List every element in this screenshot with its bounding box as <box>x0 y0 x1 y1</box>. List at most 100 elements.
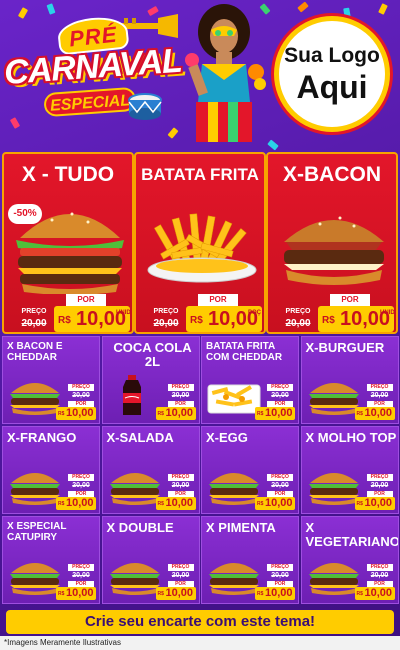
price-tag: PREÇO 20,00 POR R$ 10,00 <box>56 474 96 510</box>
product-card: X MOLHO TOP PREÇO 20,00 POR R$ 10,00 <box>300 426 399 514</box>
por-label: POR <box>198 294 238 306</box>
old-price-label: PREÇO <box>68 474 94 481</box>
price-tag: PREÇO 20,00 POR R$ 10,00 <box>155 384 196 420</box>
price-box: R$ 10,00 <box>155 497 196 510</box>
currency: R$ <box>257 501 264 507</box>
currency: R$ <box>58 501 65 507</box>
price-box: R$ 10,00 <box>255 497 295 510</box>
price-unit: UNID <box>380 310 395 316</box>
old-price: 20,00 <box>21 318 47 329</box>
product-title: COCA COLA 2L <box>113 340 192 369</box>
price-value: 10,00 <box>364 497 393 509</box>
currency: R$ <box>157 501 164 507</box>
product-grid: X BACON E CHEDDAR PREÇO 20,00 POR R$ 10,00 COC… <box>0 336 400 608</box>
burger-image <box>209 473 259 505</box>
carnival-woman-image <box>185 4 266 142</box>
burger-image <box>284 216 384 285</box>
price-value: 10,00 <box>66 497 94 509</box>
price-box: R$ 10,00 <box>354 587 395 600</box>
burger-image <box>209 563 259 595</box>
especial-badge: ESPECIAL <box>43 86 137 118</box>
old-price-label: PREÇO <box>267 384 293 391</box>
old-price: 20,00 <box>285 318 311 329</box>
old-price: 20,00 <box>370 392 389 399</box>
featured-card-x-tudo: X - TUDO -50% POR PREÇO 20,00 R$ 10,00 U… <box>2 152 134 334</box>
old-price: 20,00 <box>370 572 389 579</box>
product-card: X-EGG PREÇO 20,00 POR R$ 10,00 <box>201 426 299 514</box>
old-price: 20,00 <box>171 392 190 399</box>
flyer: PRÉ CARNAVAL ESPECIAL Sua Logo Aqui X - … <box>0 0 400 650</box>
price-box: R$ 10,00 <box>354 407 395 420</box>
price-value: 10,00 <box>265 587 293 599</box>
price-tag: PREÇO 20,00 POR R$ 10,00 <box>155 564 196 600</box>
price-tag: PREÇO 20,00 POR R$ 10,00 <box>56 384 96 420</box>
price-tag: PREÇO 20,00 POR R$ 10,00 <box>56 564 96 600</box>
price-value: 10,00 <box>66 587 94 599</box>
old-price-label: PREÇO <box>366 564 393 571</box>
header: PRÉ CARNAVAL ESPECIAL Sua Logo Aqui <box>0 0 400 150</box>
cta-banner[interactable]: Crie seu encarte com este tema! <box>6 610 394 634</box>
old-price-label: PREÇO <box>167 474 194 481</box>
product-card: COCA COLA 2L PREÇO 20,00 POR R$ 10,00 <box>101 336 200 424</box>
product-card: X ESPECIAL CATUPIRY PREÇO 20,00 POR R$ 10,00 <box>2 516 100 604</box>
burger-image <box>109 473 160 505</box>
price-tag: PREÇO 20,00 POR R$ 10,00 <box>354 564 395 600</box>
price-tag: PREÇO 20,00 POR R$ 10,00 <box>354 384 395 420</box>
old-price: 20,00 <box>271 482 289 489</box>
drum-icon <box>128 93 162 120</box>
currency: R$ <box>190 315 203 326</box>
fries-image <box>147 213 257 283</box>
product-title: BATATA FRITA COM CHEDDAR <box>206 341 283 363</box>
product-card: X-FRANGO PREÇO 20,00 POR R$ 10,00 <box>2 426 100 514</box>
product-card: X VEGETARIANO PREÇO 20,00 POR R$ 10,00 <box>300 516 399 604</box>
old-price: 20,00 <box>72 482 90 489</box>
price-value: 10,00 <box>165 497 194 509</box>
currency: R$ <box>58 315 71 326</box>
price-tag: PREÇO 20,00 POR R$ 10,00 <box>255 474 295 510</box>
featured-title: X - TUDO <box>21 163 115 186</box>
price-box: R$ 10,00 <box>155 407 196 420</box>
old-price-label: PREÇO <box>68 564 94 571</box>
burger-image <box>109 563 160 595</box>
burger-image <box>10 473 60 505</box>
old-price: 20,00 <box>271 572 289 579</box>
currency: R$ <box>356 591 363 597</box>
product-title: X-EGG <box>206 430 248 445</box>
old-price: 20,00 <box>72 392 90 399</box>
price-value: 10,00 <box>364 587 393 599</box>
burger-image <box>10 383 60 415</box>
price-box: R$ 10,00 <box>155 587 196 600</box>
price-value: 10,00 <box>165 587 194 599</box>
old-price: 20,00 <box>153 318 179 329</box>
price-unit: POÇ <box>248 310 262 316</box>
price-value: 10,00 <box>364 407 393 419</box>
product-title: X DOUBLE <box>106 520 174 535</box>
old-price-label: PREÇO <box>68 384 94 391</box>
currency: R$ <box>322 315 335 326</box>
old-price: 20,00 <box>171 482 190 489</box>
carnaval-title: CARNAVAL <box>2 41 183 92</box>
currency: R$ <box>356 501 363 507</box>
price-tag: PREÇO 20,00 POR R$ 10,00 <box>255 564 295 600</box>
burger-image <box>308 473 359 505</box>
product-card: X-BURGUER PREÇO 20,00 POR R$ 10,00 <box>300 336 399 424</box>
price-box: R$ 10,00 UNID <box>54 306 131 332</box>
featured-card-batata-frita: BATATA FRITA POR PREÇO 20,00 R$ 10,00 PO… <box>134 152 266 334</box>
price-box: R$ 10,00 <box>354 497 395 510</box>
burger-image <box>308 383 359 415</box>
currency: R$ <box>58 591 65 597</box>
old-price-label: PREÇO <box>366 384 393 391</box>
currency: R$ <box>157 591 164 597</box>
price-tag: PREÇO 20,00 POR R$ 10,00 <box>155 474 196 510</box>
product-title: X MOLHO TOP <box>305 430 397 445</box>
old-price-label: PREÇO <box>267 564 293 571</box>
product-title: X BACON E CHEDDAR <box>7 341 63 363</box>
currency: R$ <box>157 411 164 417</box>
product-card: X BACON E CHEDDAR PREÇO 20,00 POR R$ 10,00 <box>2 336 100 424</box>
disclaimer: *Imagens Meramente Ilustrativas <box>0 636 400 650</box>
product-title: X-SALADA <box>106 430 174 445</box>
product-title: X PIMENTA <box>206 520 276 535</box>
price-box: R$ 10,00 <box>56 497 96 510</box>
old-price-label: PREÇO <box>21 308 47 315</box>
product-card: X DOUBLE PREÇO 20,00 POR R$ 10,00 <box>101 516 200 604</box>
